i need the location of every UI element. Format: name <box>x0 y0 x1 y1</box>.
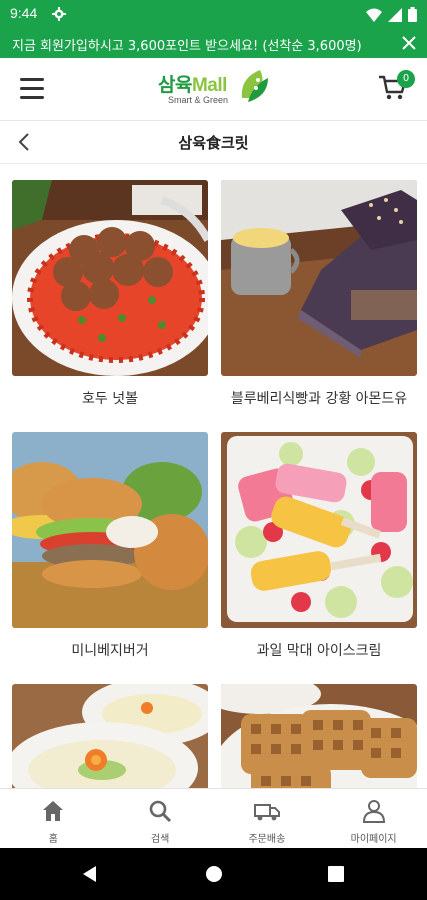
nav-label: 검색 <box>150 834 170 845</box>
recipe-card[interactable] <box>221 684 417 788</box>
meatballs-photo[interactable] <box>12 180 208 376</box>
nav-mypage[interactable]: 마이페이지 <box>320 789 427 848</box>
logo-tagline: Smart & Green <box>168 95 229 105</box>
cart-button[interactable]: 0 <box>377 70 415 106</box>
recipe-title[interactable]: 미니베지버거 <box>12 640 208 660</box>
veggie-burger-photo[interactable] <box>12 432 208 628</box>
wifi-icon <box>366 8 382 22</box>
nav-order-delivery[interactable]: 주문배송 <box>214 789 321 848</box>
recipe-title[interactable]: 과일 막대 아이스크림 <box>221 640 417 660</box>
cart-count-badge: 0 <box>397 70 415 88</box>
waffles-photo[interactable] <box>221 684 417 788</box>
system-recents-icon[interactable] <box>326 864 346 884</box>
brand-logo[interactable]: 삼육Mall Smart & Green <box>158 68 270 110</box>
search-icon <box>149 800 172 823</box>
recipe-title[interactable]: 호두 넛볼 <box>12 388 208 408</box>
system-back-icon[interactable] <box>80 864 100 884</box>
recipe-grid: 호두 넛볼 블루베리식빵과 강황 아몬드유 미니베지버거 과일 막대 아이스크림 <box>0 164 427 788</box>
nav-label: 주문배송 <box>248 834 286 845</box>
status-icons <box>366 7 417 22</box>
leaf-logo-icon <box>241 70 268 102</box>
settings-gear-icon <box>52 7 66 21</box>
system-navigation-bar <box>0 848 427 900</box>
recipe-card[interactable]: 미니베지버거 <box>12 432 208 660</box>
nav-label: 마이페이지 <box>350 834 397 845</box>
nav-label: 홈 <box>48 834 58 845</box>
recipe-card[interactable]: 호두 넛볼 <box>12 180 208 408</box>
nav-home[interactable]: 홈 <box>0 789 107 848</box>
truck-icon <box>253 804 280 821</box>
status-bar: 9:44 <box>0 0 427 28</box>
recipe-card[interactable] <box>12 684 208 788</box>
signal-icon <box>388 7 402 22</box>
nav-search[interactable]: 검색 <box>107 789 214 848</box>
battery-icon <box>408 7 417 22</box>
bottom-navigation: 홈 검색 주문배송 마이페이지 <box>0 788 427 848</box>
app-header: 삼육Mall Smart & Green 0 <box>0 58 427 120</box>
status-time: 9:44 <box>10 5 38 21</box>
user-icon <box>362 800 385 823</box>
menu-icon[interactable] <box>20 78 44 100</box>
home-icon <box>43 801 64 821</box>
recipe-title[interactable]: 블루베리식빵과 강황 아몬드유 <box>221 388 417 408</box>
blueberry-bread-photo[interactable] <box>221 180 417 376</box>
fruit-popsicle-photo[interactable] <box>221 432 417 628</box>
soup-bowls-photo[interactable] <box>12 684 208 788</box>
system-home-icon[interactable] <box>204 864 224 884</box>
recipe-card[interactable]: 블루베리식빵과 강황 아몬드유 <box>221 180 417 408</box>
recipe-card[interactable]: 과일 막대 아이스크림 <box>221 432 417 660</box>
signup-promo-banner[interactable]: 지금 회원가입하시고 3,600포인트 받으세요! (선착순 3,600명) <box>0 28 427 58</box>
promo-text: 지금 회원가입하시고 3,600포인트 받으세요! (선착순 3,600명) <box>12 39 362 54</box>
page-title: 삼육食크릿 <box>178 134 249 152</box>
page-header: 삼육食크릿 <box>0 120 427 164</box>
close-icon[interactable] <box>399 33 419 53</box>
logo-wordmark: 삼육Mall <box>158 75 227 96</box>
